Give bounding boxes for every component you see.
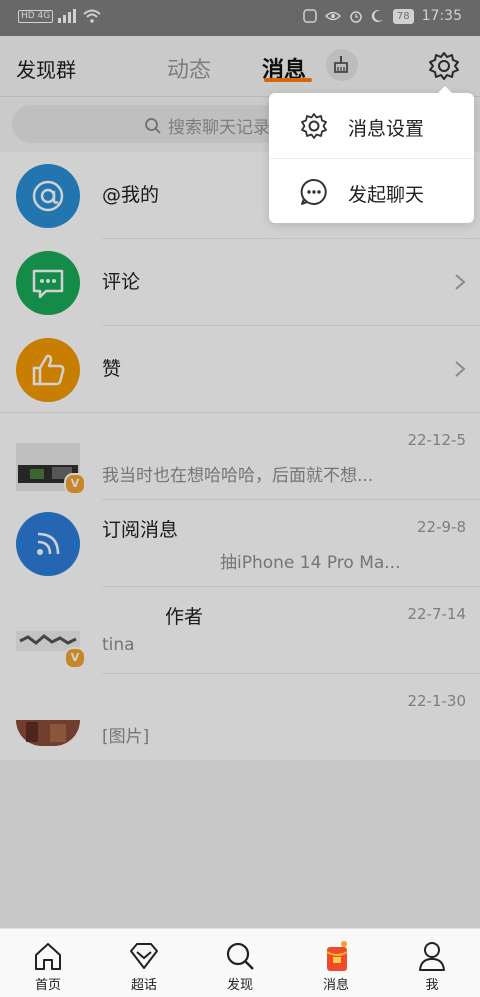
bottom-nav: 首页 超话 发现 消息 我: [0, 928, 480, 997]
screen: HD 4G 78 17:35 发现群 动态 消息 搜索聊天记录 @我的 评论 赞…: [0, 0, 480, 997]
diamond-icon: [130, 943, 158, 969]
nav-label: 首页: [34, 978, 61, 993]
nav-super-topic[interactable]: 超话: [96, 929, 192, 997]
nav-discover[interactable]: 发现: [192, 929, 288, 997]
gear-icon: [301, 113, 327, 139]
home-icon: [35, 943, 61, 970]
nav-messages[interactable]: 消息: [288, 929, 384, 997]
menu-item-message-settings[interactable]: 消息设置: [269, 93, 474, 158]
nav-label: 我: [425, 978, 439, 993]
chat-dots-icon: [300, 178, 327, 205]
menu-item-label: 发起聊天: [348, 184, 425, 206]
settings-popup-menu: 消息设置 发起聊天: [269, 86, 474, 224]
nav-home[interactable]: 首页: [0, 929, 96, 997]
nav-label: 发现: [226, 978, 253, 993]
nav-label: 超话: [130, 978, 157, 993]
menu-item-start-chat[interactable]: 发起聊天: [269, 159, 474, 224]
menu-item-label: 消息设置: [348, 118, 425, 140]
person-icon: [419, 942, 445, 971]
red-packet-icon: [326, 941, 348, 971]
nav-label: 消息: [322, 978, 349, 993]
nav-me[interactable]: 我: [384, 929, 480, 997]
search-icon: [226, 942, 254, 970]
